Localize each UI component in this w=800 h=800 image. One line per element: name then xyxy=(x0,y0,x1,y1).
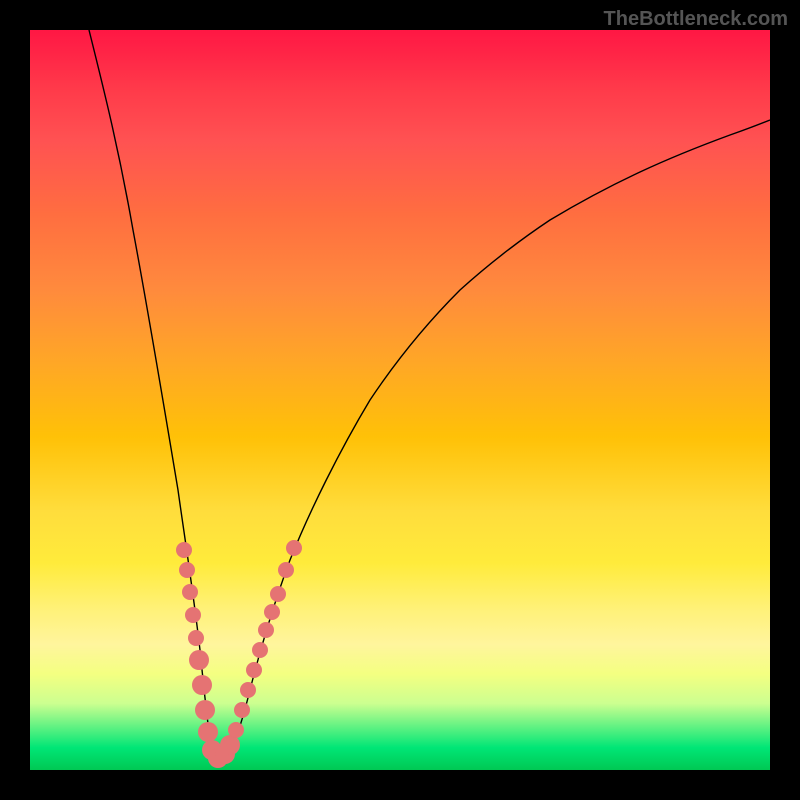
chart-svg xyxy=(30,30,770,770)
chart-plot-area xyxy=(30,30,770,770)
watermark-text: TheBottleneck.com xyxy=(604,8,788,31)
bottleneck-curve xyxy=(89,30,770,761)
data-markers xyxy=(176,540,302,768)
